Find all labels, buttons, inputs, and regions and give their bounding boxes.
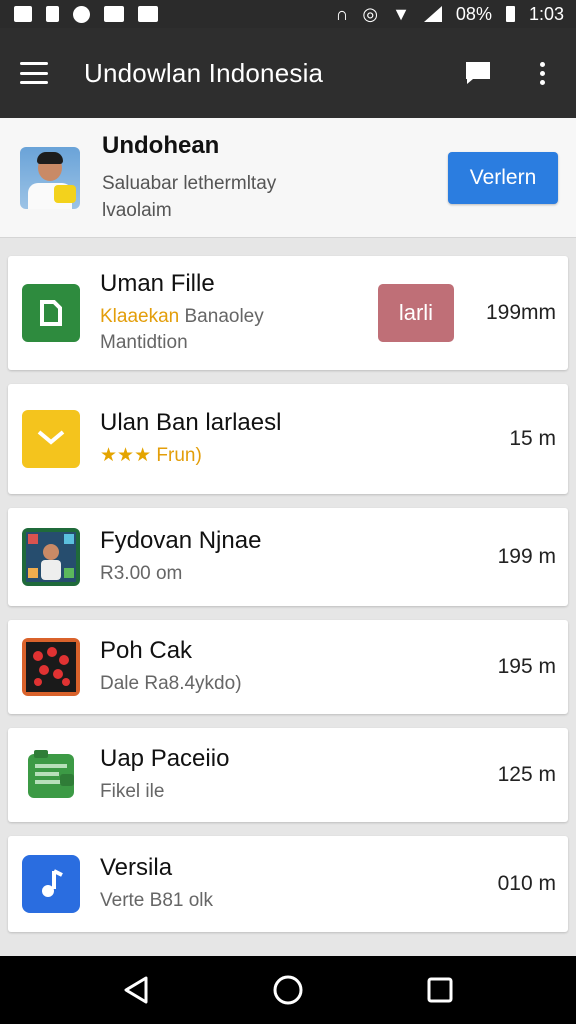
verify-button[interactable]: Verlern	[448, 151, 558, 204]
list-item-size: 195 m	[497, 655, 556, 678]
list-item-title: Ulan Ban larlaesl	[100, 409, 282, 436]
recents-square-icon[interactable]	[423, 973, 457, 1007]
list-item[interactable]: Ulan Ban larlaesl ★★★ Frun) 15 m	[8, 384, 568, 494]
profile-header: Undohean Saluabar lethermltay lvaolaim V…	[0, 118, 576, 238]
app-toolbar: Undowlan Indonesia	[0, 28, 576, 118]
sync-icon	[73, 5, 90, 23]
app-icon-green-wallet	[22, 746, 80, 804]
alarm-icon: ◎	[362, 4, 379, 24]
list-item-subtitle-rest: Banaoley	[179, 306, 264, 327]
app-icon-photo-grid	[22, 528, 80, 586]
message-icon	[104, 6, 124, 22]
system-nav-bar	[0, 956, 576, 1024]
list-item-text: Uap Paceiio Fikel ile	[100, 745, 488, 805]
profile-subtitle-line2: lvaolaim	[102, 199, 172, 221]
list-item-text: Fydovan Njnae R3.00 om	[100, 527, 488, 587]
profile-info: Undohean Saluabar lethermltay lvaolaim	[102, 132, 448, 224]
app-icon-red-dots	[22, 638, 80, 696]
status-bar-left	[14, 5, 158, 23]
profile-subtitle-line1: Saluabar lethermltay	[102, 172, 277, 194]
mail-icon	[138, 6, 158, 22]
profile-name: Undohean	[102, 131, 220, 159]
list-item-size: 125 m	[497, 763, 556, 786]
signal-icon	[423, 6, 442, 22]
battery-percent: 08%	[455, 3, 492, 24]
list-item-subtitle: ★★★ Frun)	[100, 443, 499, 469]
rating-stars: ★★★	[100, 445, 152, 466]
list-item-text: Versila Verte B81 olk	[100, 854, 488, 914]
list-item[interactable]: Fydovan Njnae R3.00 om 199 m	[8, 508, 568, 606]
list-item[interactable]: Uap Paceiio Fikel ile 125 m	[8, 728, 568, 822]
list-item-title: Versila	[100, 854, 173, 881]
battery-icon	[505, 6, 515, 22]
chat-icon[interactable]	[464, 59, 492, 87]
list-item-text: Poh Cak Dale Ra8.4ykdo)	[100, 637, 488, 697]
clock: 1:03	[528, 3, 564, 24]
list-item-text: Ulan Ban larlaesl ★★★ Frun)	[100, 409, 499, 469]
status-bar: ∩ ◎ ▼ 08% 1:03	[0, 0, 576, 28]
status-bar-right: ∩ ◎ ▼ 08% 1:03	[335, 4, 564, 25]
list-item-subtitle-line2: Mantidtion	[100, 332, 188, 353]
back-triangle-icon[interactable]	[119, 973, 153, 1007]
wifi-icon: ▼	[392, 4, 410, 24]
list-item-highlight: Klaaekan	[100, 306, 180, 327]
list-item-title: Uap Paceiio	[100, 745, 230, 772]
avatar[interactable]	[20, 146, 80, 209]
list-item-title: Poh Cak	[100, 637, 193, 664]
headset-icon: ∩	[335, 4, 349, 24]
list-item-size: 15 m	[509, 427, 556, 450]
list-item-subtitle: Fikel ile	[100, 781, 165, 802]
more-vert-icon[interactable]	[528, 59, 556, 87]
action-pill-button[interactable]: larli	[377, 284, 454, 342]
list-item-text: Uman Fille Klaaekan Banaoley Mantidtion	[100, 270, 378, 356]
app-icon-green	[22, 284, 80, 342]
list-item-subtitle: Verte B81 olk	[100, 890, 214, 911]
list-item-subtitle: Dale Ra8.4ykdo)	[100, 673, 242, 694]
list-item[interactable]: Uman Fille Klaaekan Banaoley Mantidtion …	[8, 256, 568, 370]
list-item-size: 010 m	[497, 872, 556, 895]
toolbar-title: Undowlan Indonesia	[84, 57, 324, 88]
list-item[interactable]: Poh Cak Dale Ra8.4ykdo) 195 m	[8, 620, 568, 714]
app-icon-music	[22, 855, 80, 913]
list-item-subtitle-rest: Frun)	[151, 445, 202, 466]
list-item-size: 199mm	[485, 301, 556, 324]
list-item[interactable]: Versila Verte B81 olk 010 m	[8, 836, 568, 932]
list-item-size: 199 m	[497, 545, 556, 568]
menu-icon[interactable]	[20, 62, 48, 84]
list-item-subtitle: Klaaekan Banaoley	[100, 304, 378, 330]
home-circle-icon[interactable]	[271, 973, 305, 1007]
notification-icon	[14, 6, 32, 22]
list-item-subtitle: R3.00 om	[100, 563, 183, 584]
app-icon-yellow-mail	[22, 410, 80, 468]
app-list: Uman Fille Klaaekan Banaoley Mantidtion …	[8, 256, 568, 946]
list-item-title: Fydovan Njnae	[100, 527, 262, 554]
list-item-title: Uman Fille	[100, 270, 215, 297]
sim-icon	[46, 6, 59, 22]
